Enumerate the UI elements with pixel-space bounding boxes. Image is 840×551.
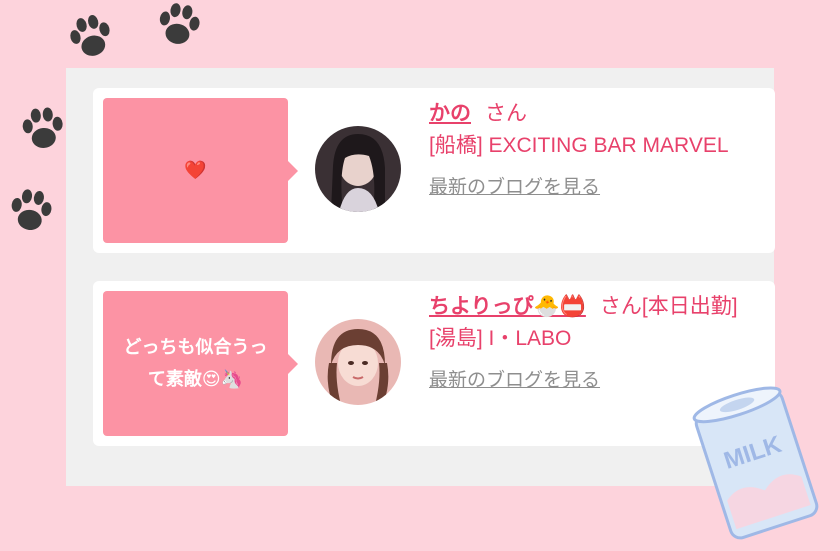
paw-icon [16,102,70,156]
profile-name-link[interactable]: ちよりっぴ🐣📛 [429,295,586,318]
paw-icon [60,6,121,67]
shop-name: [船橋] EXCITING BAR MARVEL [429,134,729,157]
comment-text: ❤️ [184,159,207,181]
info-block: かの さん [船橋] EXCITING BAR MARVEL 最新のブログを見る [429,98,749,204]
milk-can-illustration: MILK [680,380,830,540]
avatar[interactable] [315,126,401,212]
profile-name-link[interactable]: かの [429,102,471,125]
shop-name: [湯島] I・LABO [429,327,572,350]
comment-bubble: ❤️ [103,98,298,243]
comment-text: どっちも似合うって素敵😍🦄 [123,336,268,390]
comment-bubble: どっちも似合うって素敵😍🦄 [103,291,298,436]
list-item: どっちも似合うって素敵😍🦄 ちよりっぴ🐣📛 さん[本日出勤] [湯島] I・LAB… [93,281,775,446]
list-item: ❤️ かの さん [船橋] EXCITING BAR MARVEL 最新のブログを… [93,88,775,253]
avatar[interactable] [315,319,401,405]
paw-icon [3,183,59,239]
latest-blog-link[interactable]: 最新のブログを見る [429,172,600,204]
latest-blog-link[interactable]: 最新のブログを見る [429,365,600,397]
honorific: さん [485,102,527,125]
honorific: さん[本日出勤] [599,295,738,318]
paw-icon [150,0,208,54]
